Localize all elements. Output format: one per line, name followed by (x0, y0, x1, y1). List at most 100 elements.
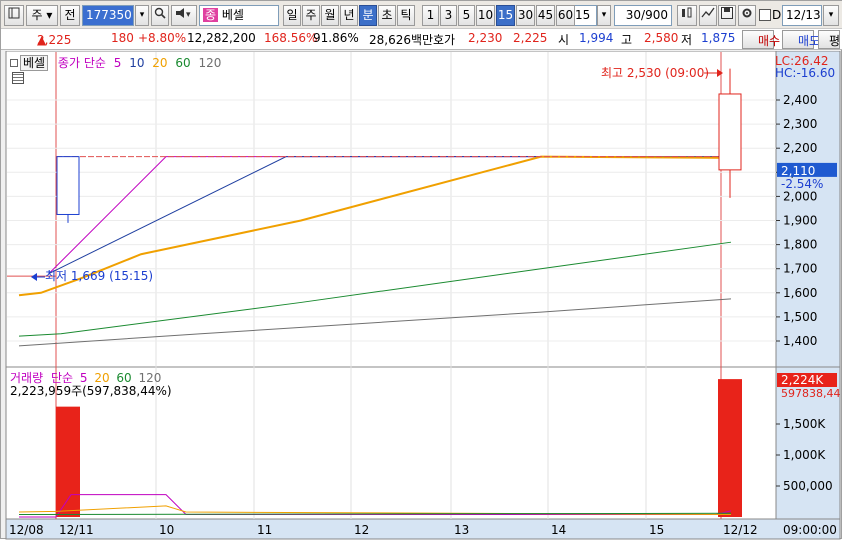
mode-button[interactable]: 전 (60, 5, 80, 26)
sound-icon[interactable]: ▾ (171, 5, 197, 26)
current-price-pct: -2.54% (781, 177, 823, 191)
volume-ratio: 168.56% (264, 31, 318, 45)
bid-price: 2,225 (513, 31, 548, 45)
count-value: 30 (625, 8, 642, 22)
price-tick-label: 1,700 (783, 262, 817, 276)
interval-dropdown-button[interactable]: ▾ (597, 5, 611, 26)
quote-strip: 2,225 ▲ 180 +8.80% 12,282,200 168.56% 91… (1, 29, 842, 50)
period-button-1[interactable]: 주 (302, 5, 320, 26)
x-axis-time-label: 09:00:00 (783, 523, 837, 537)
price-tick-label: 1,900 (783, 214, 817, 228)
x-axis-label: 14 (551, 523, 566, 537)
low-annotation: 최저 1,669 (15:15) (45, 269, 153, 283)
volume-tick-label: 1,000K (783, 448, 826, 462)
interval-button-30[interactable]: 30 (516, 5, 535, 26)
interval-button-15[interactable]: 15 (496, 5, 515, 26)
sell-button-label: 매도 (798, 34, 821, 48)
open-price: 1,994 (579, 31, 614, 45)
stock-name-field[interactable]: 종 베셀 (199, 5, 279, 26)
low-price: 1,875 (701, 31, 736, 45)
stock-name: 베셀 (221, 8, 244, 22)
price-tick-label: 1,600 (783, 286, 817, 300)
date-value: 12/13 (786, 8, 821, 22)
high-label: 고 (621, 33, 633, 47)
stock-code-input[interactable]: 177350 (82, 5, 134, 26)
candle-body (718, 93, 742, 171)
price-tick-label: 2,400 (783, 93, 817, 107)
svg-text:▾: ▾ (186, 10, 191, 19)
eval-button-label: 평 (829, 34, 841, 48)
price-legend: 베셀 종가 단순 5 10 20 60 120 (10, 54, 221, 71)
price-change: 180 (111, 31, 134, 45)
turnover-rate: 91.86% (313, 31, 359, 45)
interval-button-5[interactable]: 5 (458, 5, 475, 26)
buy-button-label: 매수 (758, 34, 781, 48)
date-field[interactable]: 12/13 (782, 5, 822, 26)
toolbar: 주 ▾ 전 177350 ▾ ▾ 종 베셀 15 ▾ 30/900 D 12/1… (1, 1, 842, 29)
settings-icon[interactable] (738, 5, 756, 26)
period-button-0[interactable]: 일 (283, 5, 301, 26)
price-panel (5, 51, 777, 368)
mode-label: 전 (64, 8, 76, 22)
period-button-4[interactable]: 분 (359, 5, 377, 26)
volume-summary: 2,223,959주(597,838,44%) (10, 384, 172, 398)
code-dropdown-button[interactable]: ▾ (135, 5, 149, 26)
volume-bar (718, 379, 742, 517)
price-tick-label: 2,000 (783, 189, 817, 203)
ma-legend-10: 10 (125, 56, 145, 70)
x-axis (5, 518, 841, 540)
x-axis-label: 15 (649, 523, 664, 537)
market-select[interactable]: 주 ▾ (26, 5, 58, 26)
interval-button-45[interactable]: 45 (536, 5, 555, 26)
ma-legend-5: 5 (113, 56, 122, 70)
candle-settings-icon[interactable] (677, 5, 697, 26)
period-button-6[interactable]: 틱 (397, 5, 415, 26)
ask-label: 호가 (433, 33, 456, 47)
date-checkbox-label: D (772, 8, 782, 22)
volume-value: 12,282,200 (187, 31, 256, 45)
sell-button[interactable]: 매도 (782, 30, 820, 49)
interval-button-3[interactable]: 3 (440, 5, 457, 26)
x-axis-label: 12/12 (723, 523, 758, 537)
price-tick-label: 1,400 (783, 334, 817, 348)
ma-legend-60: 60 (171, 56, 191, 70)
x-axis-label: 13 (454, 523, 469, 537)
interval-button-10[interactable]: 10 (476, 5, 495, 26)
panel-menu-icon[interactable] (10, 59, 18, 67)
stock-code-value: 177350 (86, 8, 132, 22)
grid-toggle-icon[interactable] (12, 72, 24, 84)
date-checkbox[interactable] (759, 9, 771, 21)
ma-legend-120: 120 (194, 56, 222, 70)
x-axis-label: 12 (354, 523, 369, 537)
price-tick-label: 2,200 (783, 141, 817, 155)
stock-name-tag: 베셀 (20, 55, 49, 71)
date-picker-button[interactable]: ▾ (823, 5, 839, 26)
up-arrow-icon: ▲ (37, 33, 47, 47)
high-annotation: 최고 2,530 (09:00) (601, 66, 709, 80)
period-button-3[interactable]: 년 (340, 5, 358, 26)
chart-window: 주 ▾ 전 177350 ▾ ▾ 종 베셀 15 ▾ 30/900 D 12/1… (0, 0, 842, 540)
price-volume-chart[interactable]: 12/08 12/11 10 11 12 13 14 15 12/12 09:00:00 2,400… (1, 51, 842, 540)
period-button-5[interactable]: 초 (378, 5, 396, 26)
market-label: 주 (31, 8, 43, 22)
indicator-icon[interactable] (699, 5, 717, 26)
hc-label: HC:-16.60 (775, 66, 836, 80)
search-icon[interactable] (151, 5, 169, 26)
ask-price: 2,230 (468, 31, 503, 45)
price-tick-label: 1,800 (783, 238, 817, 252)
interval-button-1[interactable]: 1 (422, 5, 439, 26)
buy-button[interactable]: 매수 (742, 30, 780, 49)
eval-button[interactable]: 평 (818, 30, 840, 49)
interval-button-60[interactable]: 60 (556, 5, 575, 26)
count-field[interactable]: 30/900 (614, 5, 672, 26)
ma-legend-title: 종가 단순 (57, 56, 106, 70)
save-icon[interactable] (718, 5, 736, 26)
low-label: 저 (681, 33, 693, 47)
trade-amount: 28,626백만 (369, 33, 434, 47)
x-axis-label: 10 (159, 523, 174, 537)
current-price-value: 2,110 (781, 164, 815, 178)
chart-type-icon[interactable] (4, 5, 24, 26)
period-button-2[interactable]: 월 (321, 5, 339, 26)
current-volume-sub: 597838,44 (781, 387, 841, 400)
current-volume-value: 2,224K (781, 373, 824, 387)
